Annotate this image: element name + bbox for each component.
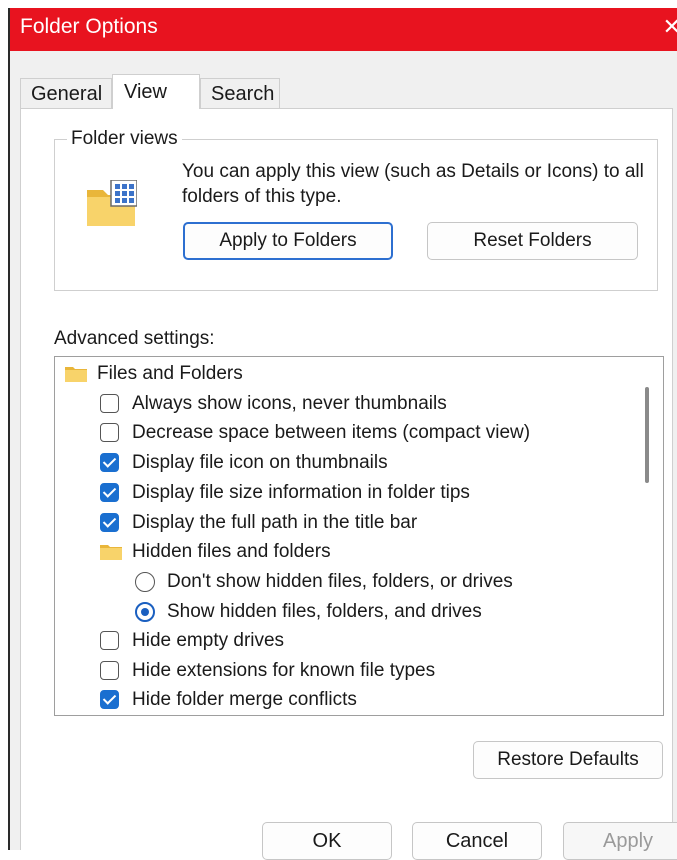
tab-search[interactable]: Search — [200, 78, 280, 108]
setting-label: Display file icon on thumbnails — [132, 452, 388, 473]
checkbox[interactable] — [100, 423, 119, 442]
setting-label: Always show icons, never thumbnails — [132, 393, 447, 414]
setting-label: Display the full path in the title bar — [132, 512, 418, 533]
tab-view[interactable]: View — [112, 74, 200, 109]
advanced-settings-label: Advanced settings: — [54, 328, 215, 349]
view-tab-panel: Folder views You can apply this view (su… — [20, 108, 673, 850]
checkbox-checked[interactable] — [100, 690, 119, 709]
setting-label: Hide empty drives — [132, 630, 285, 651]
tab-general[interactable]: General — [20, 78, 112, 108]
apply-button[interactable]: Apply — [563, 822, 677, 860]
folder-options-dialog: Folder Options ✕ General View Search Fol… — [8, 8, 677, 860]
tree-item-label: Hidden files and folders — [132, 541, 331, 562]
folder-views-description: You can apply this view (such as Details… — [182, 161, 644, 207]
radio-button[interactable] — [135, 572, 155, 592]
apply-to-folders-button[interactable]: Apply to Folders — [183, 222, 393, 260]
ok-button[interactable]: OK — [262, 822, 392, 860]
reset-folders-button[interactable]: Reset Folders — [427, 222, 638, 260]
setting-label: Hide folder merge conflicts — [132, 689, 357, 710]
folder-views-group: Folder views You can apply this view (su… — [54, 128, 658, 291]
title-bar[interactable]: Folder Options ✕ — [10, 8, 677, 51]
window-title: Folder Options — [20, 15, 158, 38]
setting-label: Hide extensions for known file types — [132, 660, 436, 681]
advanced-settings-tree[interactable]: Files and Folders Always show icons, nev… — [54, 356, 664, 716]
setting-label: Display file size information in folder … — [132, 482, 470, 503]
setting-label: Show hidden files, folders, and drives — [167, 601, 482, 622]
checkbox-checked[interactable] — [100, 513, 119, 532]
checkbox-checked[interactable] — [100, 453, 119, 472]
close-icon[interactable]: ✕ — [663, 14, 677, 40]
checkbox-checked[interactable] — [100, 483, 119, 502]
tree-item-label: Files and Folders — [97, 363, 243, 384]
checkbox[interactable] — [100, 631, 119, 650]
checkbox[interactable] — [100, 661, 119, 680]
restore-defaults-button[interactable]: Restore Defaults — [473, 741, 663, 779]
scrollbar-thumb[interactable] — [645, 387, 649, 483]
folder-views-icon — [87, 180, 137, 226]
folder-views-label: Folder views — [67, 128, 182, 150]
setting-label: Decrease space between items (compact vi… — [132, 422, 531, 443]
cancel-button[interactable]: Cancel — [412, 822, 542, 860]
checkbox[interactable] — [100, 394, 119, 413]
radio-button-selected[interactable] — [135, 602, 155, 622]
folder-icon — [100, 545, 122, 560]
setting-label: Don't show hidden files, folders, or dri… — [167, 571, 513, 592]
dialog-footer: OK Cancel Apply — [10, 810, 677, 860]
folder-icon — [65, 367, 87, 382]
